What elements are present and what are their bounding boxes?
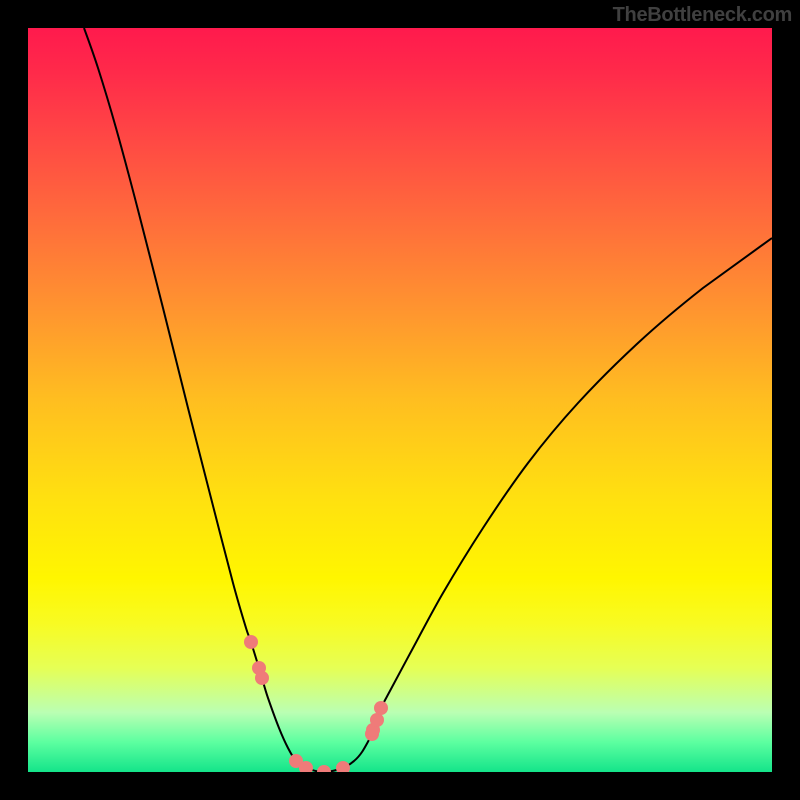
gradient-background	[28, 28, 772, 772]
outer-frame: TheBottleneck.com	[0, 0, 800, 800]
watermark-text: TheBottleneck.com	[613, 4, 792, 27]
plot-area	[28, 28, 772, 772]
